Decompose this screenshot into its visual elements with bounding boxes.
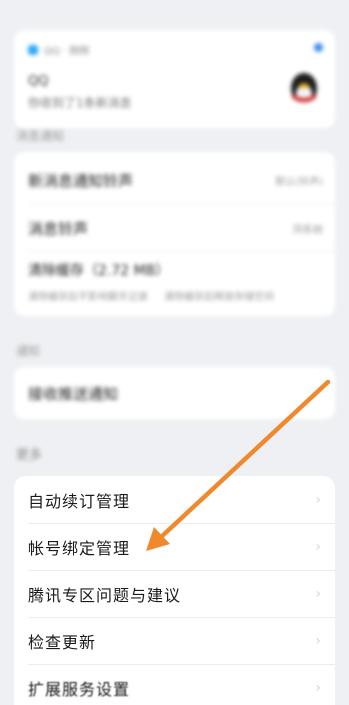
divider (28, 204, 335, 205)
qq-penguin-avatar-icon (291, 73, 317, 103)
unread-dot-icon (314, 43, 323, 52)
settings-row-value: 同系统 (293, 225, 323, 236)
menu-item-label: 扩展服务设置 (28, 679, 131, 699)
chevron-right-icon: › (315, 632, 321, 649)
message-settings-card: 新消息通知铃声 默认(铃声) 消息铃声 同系统 清除缓存（2.72 MB） 清除… (14, 152, 335, 316)
settings-row-label: 接收推送通知 (28, 385, 119, 403)
settings-row-clear-cache[interactable]: 清除缓存（2.72 MB） (28, 260, 323, 280)
menu-item-extension-settings[interactable]: 扩展服务设置 › (14, 664, 335, 705)
menu-item-label: 自动续订管理 (28, 491, 131, 511)
notification-app-row: QQ · 刚刚 (28, 42, 89, 57)
more-settings-card: 自动续订管理 › 帐号绑定管理 › 腾讯专区问题与建议 › 检查更新 › 扩展服… (14, 476, 335, 705)
chevron-right-icon: › (315, 679, 321, 696)
menu-item-label: 腾讯专区问题与建议 (28, 585, 182, 605)
menu-item-account-binding[interactable]: 帐号绑定管理 › (14, 523, 335, 570)
menu-item-check-update[interactable]: 检查更新 › (14, 617, 335, 664)
settings-row-label: 新消息通知铃声 (28, 172, 134, 190)
settings-row-sound[interactable]: 消息铃声 同系统 (28, 218, 323, 239)
settings-row-ringtone[interactable]: 新消息通知铃声 默认(铃声) (28, 170, 323, 191)
notification-app-name: QQ · 刚刚 (44, 46, 90, 57)
divider (28, 250, 335, 251)
notification-title: QQ (28, 74, 49, 89)
chevron-right-icon: › (315, 491, 321, 508)
settings-row-value: 默认(铃声) (275, 177, 323, 188)
clear-cache-subtext: 清除缓存后不影响聊天记录 (28, 292, 148, 303)
menu-item-label: 帐号绑定管理 (28, 538, 131, 558)
chevron-right-icon: › (315, 585, 321, 602)
chevron-right-icon: › (315, 538, 321, 555)
qq-app-icon (28, 44, 38, 55)
push-settings-card: 接收推送通知 (14, 367, 335, 419)
menu-item-label: 检查更新 (28, 632, 97, 652)
menu-item-tencent-feedback[interactable]: 腾讯专区问题与建议 › (14, 570, 335, 617)
settings-row-label: 清除缓存（2.72 MB） (28, 263, 170, 279)
clear-cache-subtext: 清除缓存后释放存储空间 (164, 292, 274, 303)
menu-item-auto-renew[interactable]: 自动续订管理 › (14, 476, 335, 523)
settings-row-label: 消息铃声 (28, 220, 89, 238)
messages-section-label: 消息通知 (16, 129, 65, 143)
notification-body: 你收到了1条新消息 (28, 96, 132, 110)
settings-row-push[interactable]: 接收推送通知 (28, 383, 323, 404)
more-section-label: 更多 (16, 448, 43, 463)
push-section-label: 通知 (16, 344, 41, 358)
notification-card[interactable]: QQ · 刚刚 QQ 你收到了1条新消息 (14, 30, 335, 128)
